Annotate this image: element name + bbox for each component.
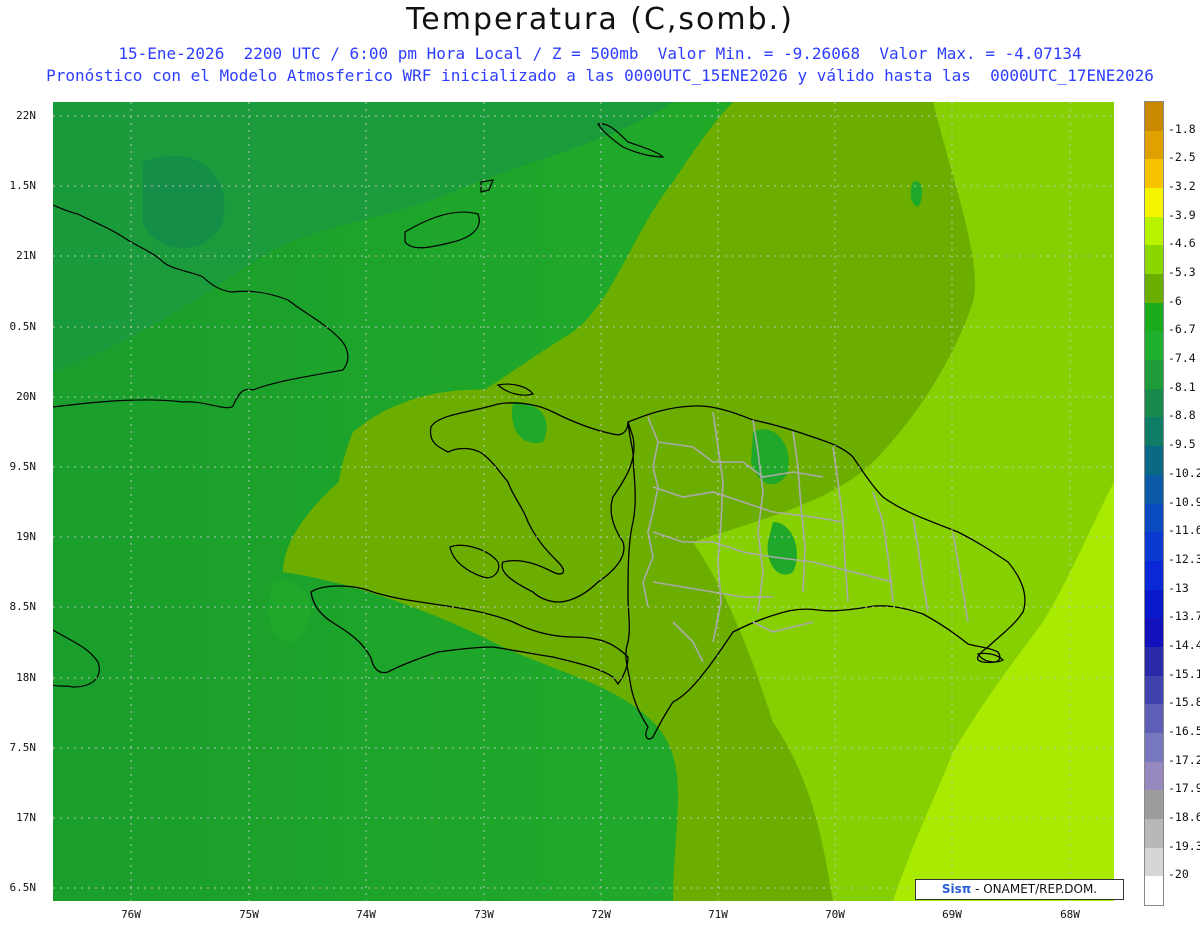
colorbar-label: -15.1 [1168,666,1200,681]
colorbar-label: -14.4 [1168,637,1200,652]
colorbar-label: -6 [1168,293,1182,308]
colorbar-segment [1145,331,1163,361]
colorbar-segment [1145,790,1163,820]
colorbar-segment [1145,360,1163,390]
colorbar-label: -15.8 [1168,695,1200,710]
colorbar-label: -19.3 [1168,838,1200,853]
lat-label: 21N [16,249,36,262]
colorbar-segment [1145,876,1163,906]
colorbar [1144,101,1164,906]
lon-label: 68W [1060,908,1080,921]
temperature-map [53,102,1114,901]
colorbar-segment [1145,302,1163,332]
colorbar-label: -3.2 [1168,179,1196,194]
colorbar-label: -17.2 [1168,752,1200,767]
colorbar-segment [1145,388,1163,418]
map-title: Temperatura (C,somb.) [406,2,794,37]
lat-label: 6.5N [9,881,37,894]
colorbar-label: -13 [1168,580,1189,595]
lon-label: 74W [356,908,376,921]
colorbar-segment [1145,761,1163,791]
colorbar-segment [1145,102,1163,132]
lat-label: 9.5N [9,460,37,473]
colorbar-segment [1145,503,1163,533]
colorbar-segment [1145,245,1163,275]
colorbar-segment [1145,532,1163,562]
colorbar-segment [1145,417,1163,447]
colorbar-segment [1145,446,1163,476]
colorbar-segment [1145,159,1163,189]
lat-label: 22N [16,109,36,122]
lat-label: 17N [16,811,36,824]
colorbar-label: -18.6 [1168,809,1200,824]
colorbar-segment [1145,847,1163,877]
colorbar-segment [1145,216,1163,246]
colorbar-segment [1145,646,1163,677]
colorbar-segment [1145,188,1163,218]
lon-label: 73W [474,908,494,921]
lat-label: 0.5N [9,320,37,333]
lon-label: 75W [239,908,259,921]
lat-label: 8.5N [9,600,37,613]
colorbar-label: -5.3 [1168,265,1196,280]
colorbar-label: -16.5 [1168,723,1200,738]
colorbar-segment [1145,704,1163,734]
colorbar-label: -10.9 [1168,494,1200,509]
colorbar-segment [1145,560,1163,591]
lat-label: 18N [16,671,36,684]
colorbar-label: -3.9 [1168,207,1196,222]
lon-label: 69W [942,908,962,921]
credit-box: Sisπ - ONAMET/REP.DOM. [915,879,1124,900]
colorbar-segment [1145,618,1163,648]
colorbar-segment [1145,675,1163,705]
credit-brand: Sisπ [941,882,972,896]
colorbar-label: -8.1 [1168,379,1196,394]
colorbar-segment [1145,274,1163,304]
colorbar-label: -11.6 [1168,523,1200,538]
colorbar-label: -4.6 [1168,236,1196,251]
lon-label: 71W [708,908,728,921]
colorbar-segment [1145,732,1163,763]
lon-label: 76W [121,908,141,921]
colorbar-segment [1145,818,1163,849]
lat-label: 20N [16,390,36,403]
colorbar-segment [1145,589,1163,619]
colorbar-label: -20 [1168,867,1189,882]
lon-label: 70W [825,908,845,921]
colorbar-segment [1145,130,1163,160]
colorbar-label: -7.4 [1168,351,1196,366]
colorbar-label: -9.5 [1168,437,1196,452]
colorbar-segment [1145,474,1163,504]
colorbar-label: -1.8 [1168,121,1196,136]
colorbar-label: -17.9 [1168,781,1200,796]
lon-label: 72W [591,908,611,921]
colorbar-label: -2.5 [1168,150,1196,165]
lat-label: 1.5N [9,179,37,192]
colorbar-label: -13.7 [1168,609,1200,624]
colorbar-label: -10.2 [1168,465,1200,480]
lat-label: 7.5N [9,741,37,754]
map-subtitle-date: 15-Ene-2026 2200 UTC / 6:00 pm Hora Loca… [118,44,1082,63]
credit-text: - ONAMET/REP.DOM. [971,882,1098,896]
map-subtitle-model: Pronóstico con el Modelo Atmosferico WRF… [46,66,1154,85]
colorbar-label: -6.7 [1168,322,1196,337]
colorbar-label: -8.8 [1168,408,1196,423]
colorbar-label: -12.3 [1168,551,1200,566]
lat-label: 19N [16,530,36,543]
